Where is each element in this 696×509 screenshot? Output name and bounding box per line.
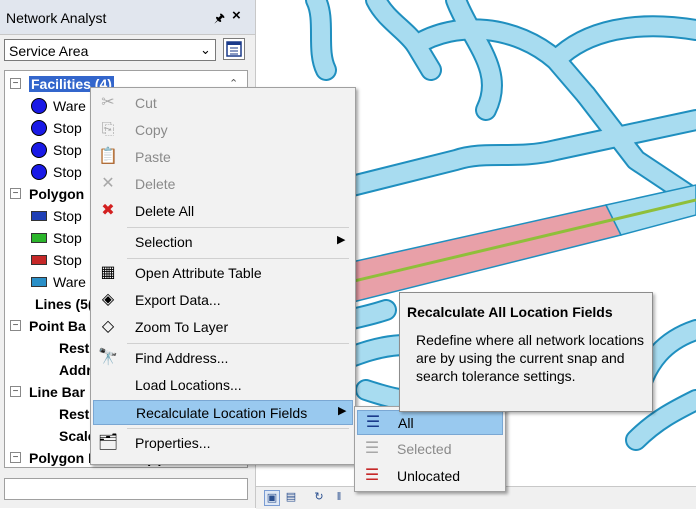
- menu-item-label: Properties...: [135, 435, 211, 451]
- menu-item-load-locations[interactable]: Load Locations...: [93, 373, 353, 398]
- menu-item-delete-all[interactable]: ✖ Delete All: [93, 199, 353, 224]
- tree-row-label: Polygon: [29, 186, 85, 202]
- collapse-icon[interactable]: −: [10, 188, 21, 199]
- properties-icon: [226, 41, 242, 57]
- menu-item-label: Copy: [135, 122, 168, 138]
- menu-separator: [127, 428, 349, 429]
- dropdown-value: Service Area: [9, 43, 89, 59]
- tree-row-label: Line Bar: [29, 384, 86, 400]
- menu-item-label: Export Data...: [135, 292, 221, 308]
- menu-item-properties[interactable]: 🗂 Properties...: [93, 431, 353, 456]
- close-icon[interactable]: ×: [232, 7, 241, 24]
- menu-separator: [127, 227, 349, 228]
- submenu-item-selected[interactable]: ☰ Selected: [357, 437, 503, 462]
- menu-item-recalculate-location-fields[interactable]: Recalculate Location Fields ▶: [93, 400, 353, 425]
- menu-separator: [127, 343, 349, 344]
- export-icon: ◈: [101, 291, 115, 308]
- menu-item-find-address[interactable]: 🔭 Find Address...: [93, 346, 353, 371]
- panel-title: Network Analyst: [6, 10, 107, 26]
- point-symbol-icon: [31, 164, 47, 180]
- submenu-item-label: Unlocated: [397, 468, 461, 484]
- menu-item-label: Delete: [135, 176, 176, 192]
- collapse-icon[interactable]: −: [10, 320, 21, 331]
- data-view-icon[interactable]: ▣: [264, 490, 280, 506]
- delete-icon: ✕: [101, 175, 115, 192]
- recalc-all-icon: ☰: [365, 414, 381, 431]
- menu-item-open-attribute-table[interactable]: ▦ Open Attribute Table: [93, 261, 353, 286]
- submenu-arrow-icon: ▶: [337, 234, 346, 246]
- tree-row-label: Stop: [53, 208, 82, 224]
- menu-item-cut[interactable]: ✂ Cut: [93, 91, 353, 116]
- submenu-arrow-icon: ▶: [338, 405, 347, 417]
- recalc-selected-icon: ☰: [364, 440, 380, 457]
- menu-item-label: Delete All: [135, 203, 195, 219]
- menu-item-label: Selection: [135, 234, 193, 250]
- recalculate-submenu: ☰ All ☰ Selected ☰ Unlocated: [354, 406, 506, 492]
- tooltip-body: Redefine where all network locations are…: [416, 332, 645, 384]
- tree-row-label: Rest: [59, 340, 90, 356]
- analysis-properties-button[interactable]: [223, 38, 245, 60]
- submenu-item-label: Selected: [397, 441, 452, 457]
- tree-row-label: Point Ba: [29, 318, 86, 334]
- tree-row-label: Stop: [53, 230, 82, 246]
- service-area-polygon[interactable]: [314, 184, 696, 306]
- layout-view-icon[interactable]: ▤: [284, 490, 298, 504]
- point-symbol-icon: [31, 142, 47, 158]
- panel-header: Network Analyst 🖈 ×: [0, 0, 255, 35]
- table-icon: ▦: [100, 264, 116, 281]
- analysis-layer-dropdown[interactable]: Service Area ⌄: [4, 39, 216, 61]
- polygon-symbol-icon: [31, 277, 47, 287]
- zoom-layer-icon: ◇: [101, 318, 115, 335]
- recalc-unlocated-icon: ☰: [364, 467, 380, 484]
- tree-row-label: Rest: [59, 406, 90, 422]
- collapse-icon[interactable]: −: [10, 78, 21, 89]
- polygon-symbol-icon: [31, 233, 47, 243]
- copy-icon: ⎘: [101, 121, 115, 138]
- menu-item-label: Zoom To Layer: [135, 319, 229, 335]
- scissors-icon: ✂: [101, 94, 115, 111]
- menu-separator: [127, 258, 349, 259]
- menu-item-label: Paste: [135, 149, 171, 165]
- collapse-icon[interactable]: −: [10, 452, 21, 463]
- refresh-icon[interactable]: ↻: [312, 490, 326, 504]
- submenu-item-unlocated[interactable]: ☰ Unlocated: [357, 464, 503, 489]
- tree-row-label: Stop: [53, 164, 82, 180]
- submenu-item-label: All: [398, 415, 414, 431]
- tree-row-label: Ware: [53, 98, 86, 114]
- menu-item-selection[interactable]: Selection ▶: [93, 230, 353, 255]
- menu-item-delete[interactable]: ✕ Delete: [93, 172, 353, 197]
- tree-row-label: Addr: [59, 362, 92, 378]
- point-symbol-icon: [31, 120, 47, 136]
- delete-all-icon: ✖: [101, 202, 115, 219]
- paste-icon: 📋: [98, 148, 118, 165]
- properties-icon: 🗂: [97, 434, 119, 451]
- submenu-item-all[interactable]: ☰ All: [357, 410, 503, 435]
- tree-row-label: Stop: [53, 142, 82, 158]
- tree-row-label: Stop: [53, 120, 82, 136]
- binoculars-icon: 🔭: [98, 349, 118, 366]
- tree-row-label: Lines (5(: [35, 296, 93, 312]
- tree-row-label: Ware: [53, 274, 86, 290]
- polygon-symbol-icon: [31, 211, 47, 221]
- menu-item-export-data[interactable]: ◈ Export Data...: [93, 288, 353, 313]
- point-symbol-icon: [31, 98, 47, 114]
- tree-row-label: Stop: [53, 252, 82, 268]
- pause-icon[interactable]: ‖: [332, 490, 346, 504]
- tooltip-title: Recalculate All Location Fields: [407, 304, 613, 320]
- tooltip: Recalculate All Location Fields Redefine…: [399, 292, 653, 412]
- collapse-icon[interactable]: −: [10, 386, 21, 397]
- pin-icon[interactable]: 🖈: [214, 9, 225, 30]
- polygon-symbol-icon: [31, 255, 47, 265]
- menu-item-zoom-to-layer[interactable]: ◇ Zoom To Layer: [93, 315, 353, 340]
- menu-item-copy[interactable]: ⎘ Copy: [93, 118, 353, 143]
- menu-item-label: Open Attribute Table: [135, 265, 262, 281]
- context-menu: ✂ Cut ⎘ Copy 📋 Paste ✕ Delete ✖ Delete All Selecti…: [90, 87, 356, 465]
- menu-item-label: Load Locations...: [135, 377, 242, 393]
- menu-item-label: Find Address...: [135, 350, 229, 366]
- status-field: [4, 478, 248, 500]
- menu-item-paste[interactable]: 📋 Paste: [93, 145, 353, 170]
- menu-item-label: Cut: [135, 95, 157, 111]
- menu-item-label: Recalculate Location Fields: [136, 405, 308, 421]
- chevron-down-icon: ⌄: [200, 42, 211, 57]
